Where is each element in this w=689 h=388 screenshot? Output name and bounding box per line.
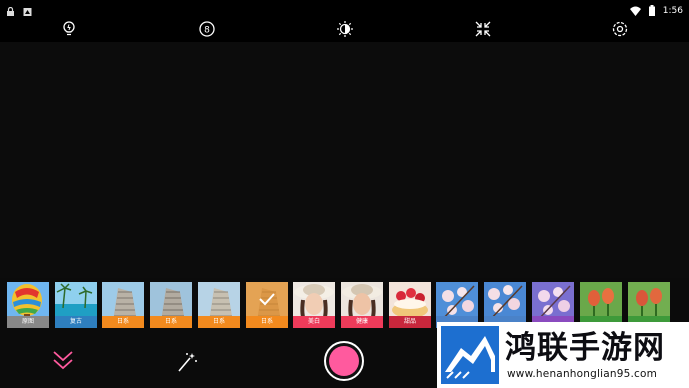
- brightness-icon[interactable]: [336, 20, 354, 38]
- filter-label: 原图: [7, 316, 49, 328]
- bulb-icon[interactable]: [60, 20, 78, 38]
- timer-icon[interactable]: 8: [198, 20, 216, 38]
- filter-label: 日系: [150, 316, 192, 328]
- status-bar: 1:56: [0, 0, 689, 17]
- status-left: [6, 2, 32, 17]
- collapse-icon[interactable]: [474, 20, 492, 38]
- filter-label: 甜品: [389, 316, 431, 328]
- filter-item-selected[interactable]: 日系: [246, 282, 288, 328]
- checkmark-icon: [259, 293, 275, 306]
- filter-label: 复古: [55, 316, 97, 328]
- filter-item[interactable]: 美白: [293, 282, 335, 328]
- watermark-title: 鸿联手游网: [505, 330, 665, 366]
- lock-icon: [6, 2, 15, 17]
- magic-wand-icon[interactable]: [176, 351, 198, 377]
- chevron-double-down-icon[interactable]: [52, 350, 74, 374]
- watermark-url: www.henanhonglian95.com: [507, 368, 658, 380]
- filter-item[interactable]: 日系: [102, 282, 144, 328]
- camera-preview[interactable]: [0, 42, 689, 278]
- filter-item[interactable]: 复古: [55, 282, 97, 328]
- filter-label: 美白: [293, 316, 335, 328]
- filter-item[interactable]: 健康: [341, 282, 383, 328]
- notification-icon: [23, 2, 32, 16]
- filter-label: 日系: [198, 316, 240, 328]
- settings-icon[interactable]: [611, 20, 629, 38]
- camera-toolbar: 8: [0, 16, 689, 42]
- watermark-logo: [441, 326, 499, 384]
- watermark: 鸿联手游网 www.henanhonglian95.com: [437, 322, 689, 388]
- filter-label: 健康: [341, 316, 383, 328]
- shutter-button[interactable]: [324, 341, 364, 381]
- filter-item[interactable]: 甜品: [389, 282, 431, 328]
- svg-text:8: 8: [204, 26, 210, 36]
- filter-item[interactable]: 日系: [198, 282, 240, 328]
- filter-item[interactable]: 原图: [7, 282, 49, 328]
- shutter-inner: [329, 346, 359, 376]
- filter-label: 日系: [102, 316, 144, 328]
- filter-item[interactable]: 日系: [150, 282, 192, 328]
- filter-label: 日系: [246, 316, 288, 328]
